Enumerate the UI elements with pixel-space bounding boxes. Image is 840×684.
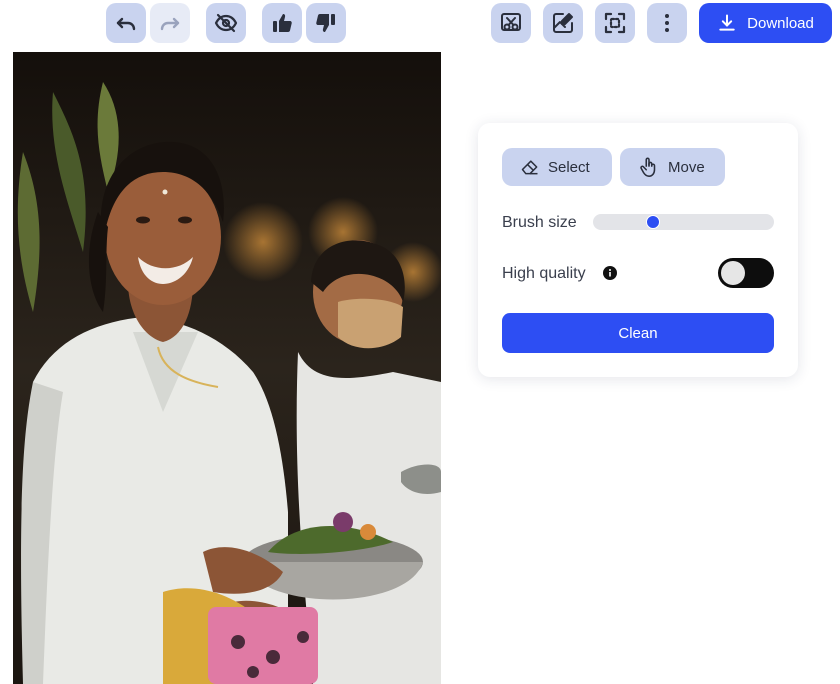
download-button[interactable]: Download [699, 3, 832, 43]
eraser-icon [521, 160, 538, 175]
clean-button[interactable]: Clean [502, 313, 774, 353]
focus-frame-icon [604, 12, 626, 34]
info-icon[interactable] [603, 266, 617, 280]
clean-label: Clean [618, 324, 658, 342]
crop-focus-button[interactable] [595, 3, 635, 43]
select-mode-button[interactable]: Select [502, 148, 612, 186]
more-options-button[interactable] [647, 3, 687, 43]
move-label: Move [668, 158, 705, 176]
undo-icon [116, 17, 136, 31]
select-label: Select [548, 158, 590, 176]
scissors-icon [501, 13, 521, 31]
thumbs-up-icon [273, 14, 292, 32]
hand-pointer-icon [640, 157, 656, 177]
high-quality-label: High quality [502, 265, 586, 282]
photo-image [13, 52, 441, 684]
hide-original-button[interactable] [206, 3, 246, 43]
eye-off-icon [214, 13, 238, 33]
brush-settings-panel: Select Move Brush size High quality Clea… [478, 123, 798, 377]
toggle-knob [721, 261, 745, 285]
thumbs-down-icon [316, 14, 335, 32]
image-edit-icon [553, 13, 573, 33]
brush-size-label: Brush size [502, 214, 577, 231]
cutout-button[interactable] [491, 3, 531, 43]
undo-button[interactable] [106, 3, 146, 43]
move-mode-button[interactable]: Move [620, 148, 725, 186]
redo-icon [160, 17, 180, 31]
download-label: Download [747, 14, 814, 32]
image-canvas[interactable] [13, 52, 441, 684]
edit-image-button[interactable] [543, 3, 583, 43]
more-vertical-icon [665, 14, 669, 32]
brush-size-slider[interactable] [593, 214, 774, 230]
thumbs-down-button[interactable] [306, 3, 346, 43]
high-quality-toggle[interactable] [718, 258, 774, 288]
thumbs-up-button[interactable] [262, 3, 302, 43]
download-icon [719, 14, 735, 31]
brush-size-thumb[interactable] [646, 215, 660, 229]
redo-button[interactable] [150, 3, 190, 43]
